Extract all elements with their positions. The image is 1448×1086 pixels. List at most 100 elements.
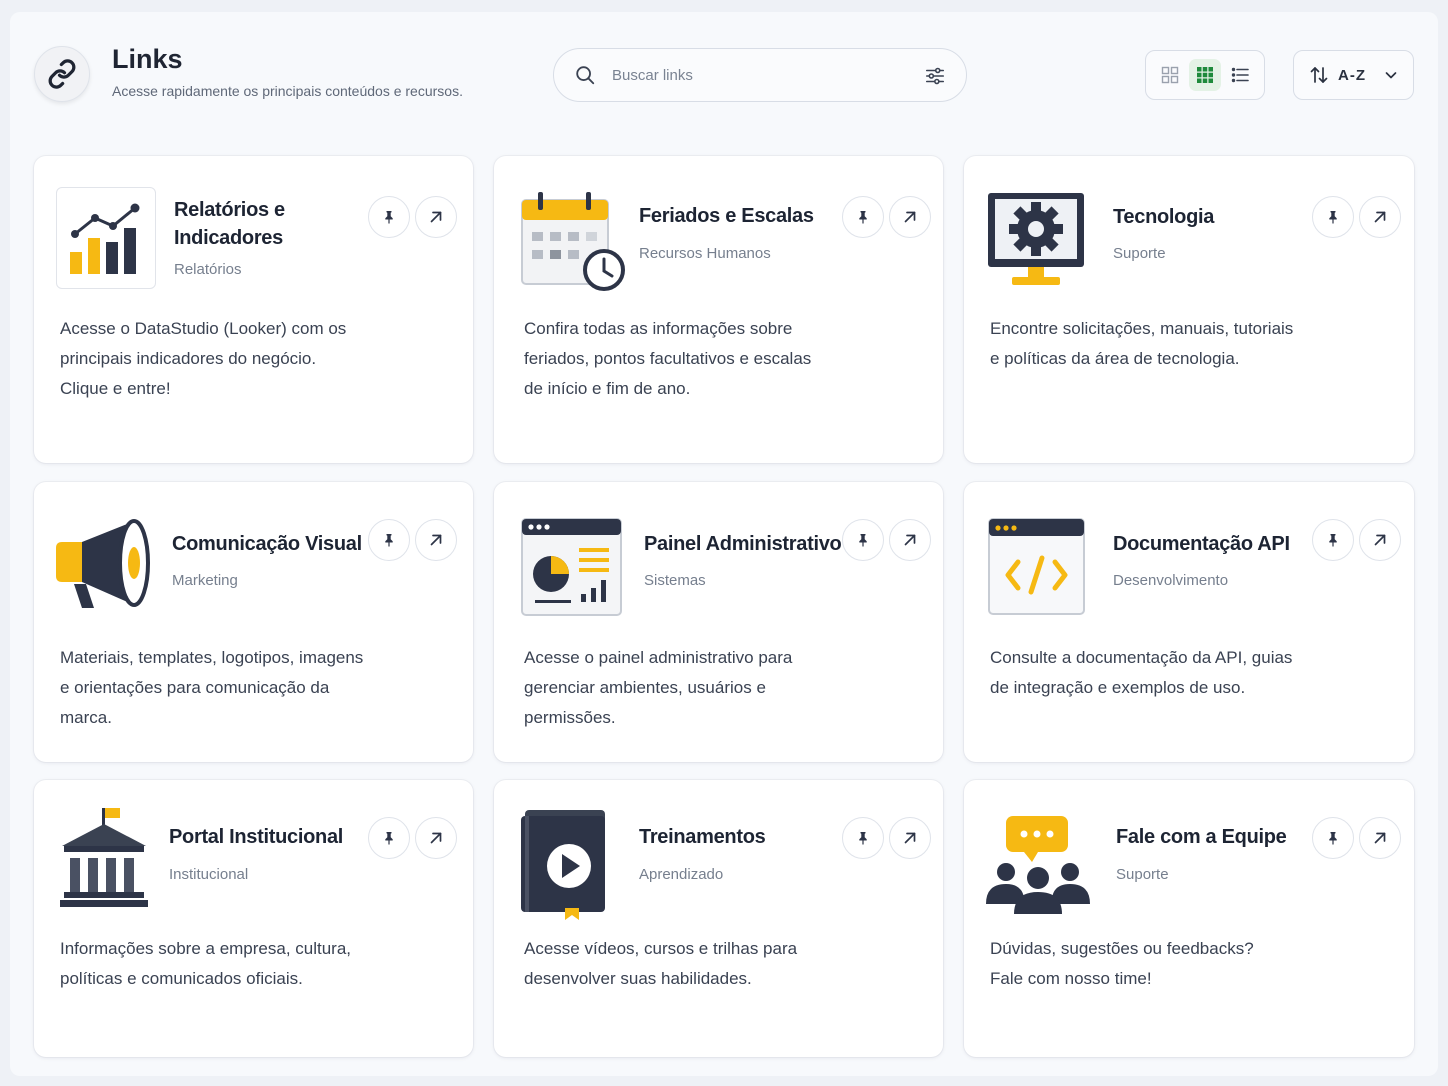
arrow-up-right-icon	[904, 832, 916, 844]
pin-button[interactable]	[368, 519, 410, 561]
pin-button[interactable]	[1312, 196, 1354, 238]
pin-button[interactable]	[368, 196, 410, 238]
view-grid-small-button[interactable]	[1154, 59, 1186, 91]
open-link-button[interactable]	[1359, 196, 1401, 238]
list-icon	[1231, 67, 1249, 83]
open-link-button[interactable]	[415, 519, 457, 561]
description-line: Encontre solicitações, manuais, tutoriai…	[990, 319, 1294, 338]
open-link-button[interactable]	[415, 196, 457, 238]
link-card-fale-conosco[interactable]: Fale com a Equipe Suporte Dúvidas, suges…	[964, 780, 1414, 1057]
card-description: Materiais, templates, logotipos, imagens…	[60, 643, 460, 733]
page-subtitle: Acesse rapidamente os principais conteúd…	[112, 83, 463, 99]
pin-icon	[859, 534, 867, 547]
pin-button[interactable]	[842, 519, 884, 561]
search-input[interactable]	[612, 66, 902, 84]
pin-icon	[859, 211, 867, 224]
description-line: Fale com nosso time!	[990, 969, 1152, 988]
monitor-gear-icon	[986, 191, 1086, 287]
pin-button[interactable]	[1312, 519, 1354, 561]
description-line: e orientações para comunicação da	[60, 678, 330, 697]
link-card-feriados[interactable]: Feriados e Escalas Recursos Humanos Conf…	[494, 156, 943, 463]
open-link-button[interactable]	[1359, 519, 1401, 561]
pin-button[interactable]	[368, 817, 410, 859]
description-line: Materiais, templates, logotipos, imagens	[60, 648, 364, 667]
video-book-icon	[521, 808, 609, 920]
sort-arrows-icon	[1310, 67, 1328, 83]
description-line: desenvolver suas habilidades.	[524, 969, 752, 988]
arrow-up-right-icon	[430, 534, 442, 546]
description-line: gerenciar ambientes, usuários e	[524, 678, 766, 697]
pin-icon	[385, 211, 393, 224]
view-list-button[interactable]	[1224, 59, 1256, 91]
description-line: Confira todas as informações sobre	[524, 319, 793, 338]
open-link-button[interactable]	[889, 519, 931, 561]
search-bar[interactable]	[553, 48, 967, 102]
card-title: Painel Administrativo	[644, 533, 842, 555]
open-link-button[interactable]	[889, 196, 931, 238]
card-category: Suporte	[1113, 245, 1166, 262]
pin-icon	[1329, 832, 1337, 845]
description-line: marca.	[60, 708, 112, 727]
card-category: Recursos Humanos	[639, 245, 771, 262]
sort-label: A-Z	[1338, 66, 1366, 84]
description-line: Acesse o painel administrativo para	[524, 648, 793, 667]
description-line: principais indicadores do negócio.	[60, 349, 317, 368]
card-description: Encontre solicitações, manuais, tutoriai…	[990, 314, 1405, 374]
open-link-button[interactable]	[415, 817, 457, 859]
card-category: Suporte	[1116, 866, 1169, 883]
sort-button[interactable]: A-Z	[1293, 50, 1414, 100]
card-title: Portal Institucional	[169, 826, 344, 848]
link-card-treinamentos[interactable]: Treinamentos Aprendizado Acesse vídeos, …	[494, 780, 943, 1057]
arrow-up-right-icon	[904, 211, 916, 223]
description-line: Acesse o DataStudio (Looker) com os	[60, 319, 347, 338]
arrow-up-right-icon	[1374, 534, 1386, 546]
card-description: Acesse vídeos, cursos e trilhas para des…	[524, 934, 934, 994]
card-category: Relatórios	[174, 261, 242, 278]
pin-button[interactable]	[842, 817, 884, 859]
card-title: Relatórios e Indicadores	[174, 199, 285, 249]
link-card-painel[interactable]: Painel Administrativo Sistemas Acesse o …	[494, 482, 943, 762]
arrow-up-right-icon	[1374, 211, 1386, 223]
card-title: Comunicação Visual	[172, 533, 362, 555]
pin-button[interactable]	[842, 196, 884, 238]
arrow-up-right-icon	[1374, 832, 1386, 844]
pin-icon	[385, 832, 393, 845]
card-title: Treinamentos	[639, 826, 766, 848]
pin-button[interactable]	[1312, 817, 1354, 859]
link-card-portal[interactable]: Portal Institucional Institucional Infor…	[34, 780, 473, 1057]
card-category: Institucional	[169, 866, 249, 883]
card-description: Informações sobre a empresa, cultura, po…	[60, 934, 460, 994]
grid-small-icon	[1161, 66, 1179, 84]
link-icon	[34, 46, 90, 102]
link-card-comunicacao[interactable]: Comunicação Visual Marketing Materiais, …	[34, 482, 473, 762]
description-line: Clique e entre!	[60, 379, 171, 398]
page-title: Links	[112, 44, 183, 74]
search-icon	[576, 66, 595, 85]
institution-building-icon	[58, 806, 150, 912]
card-title: Documentação API	[1113, 533, 1290, 555]
card-title: Tecnologia	[1113, 206, 1215, 228]
team-chat-icon	[984, 814, 1092, 918]
link-card-tecnologia[interactable]: Tecnologia Suporte Encontre solicitações…	[964, 156, 1414, 463]
view-toggle	[1145, 50, 1265, 100]
view-grid-button[interactable]	[1189, 59, 1221, 91]
description-line: e políticas da área de tecnologia.	[990, 349, 1240, 368]
card-description: Acesse o painel administrativo para gere…	[524, 643, 934, 733]
description-line: permissões.	[524, 708, 616, 727]
card-title: Feriados e Escalas	[639, 205, 814, 227]
description-line: Informações sobre a empresa, cultura,	[60, 939, 352, 958]
filter-sliders-icon[interactable]	[924, 65, 946, 87]
code-window-icon	[988, 518, 1085, 615]
card-description: Confira todas as informações sobre feria…	[524, 314, 934, 404]
open-link-button[interactable]	[889, 817, 931, 859]
description-line: feriados, pontos facultativos e escalas	[524, 349, 812, 368]
link-card-api[interactable]: Documentação API Desenvolvimento Consult…	[964, 482, 1414, 762]
calendar-clock-icon	[520, 190, 628, 294]
card-description: Dúvidas, sugestões ou feedbacks? Fale co…	[990, 934, 1405, 994]
card-description: Acesse o DataStudio (Looker) com os prin…	[60, 314, 460, 404]
description-line: Consulte a documentação da API, guias	[990, 648, 1293, 667]
bar-chart-icon	[56, 187, 156, 289]
chevron-down-icon	[1385, 72, 1397, 79]
link-card-relatorios[interactable]: Relatórios e Indicadores Relatórios Aces…	[34, 156, 473, 463]
open-link-button[interactable]	[1359, 817, 1401, 859]
